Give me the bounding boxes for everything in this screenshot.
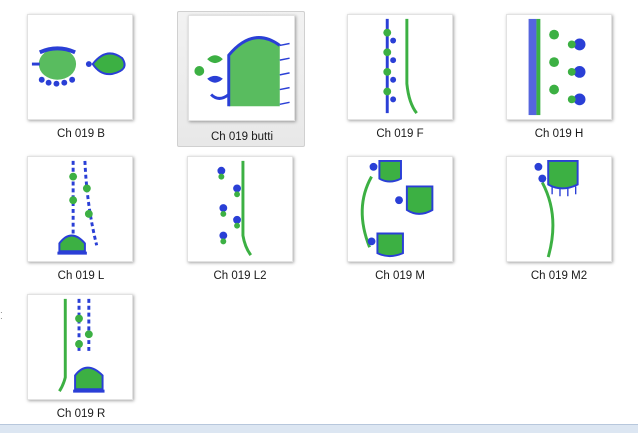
file-label: Ch 019 L2 — [213, 270, 267, 282]
file-item[interactable]: Ch 019 B — [0, 8, 160, 142]
file-grid: Ch 019 B Ch 019 butti Ch 019 F Ch 019 H … — [0, 0, 638, 425]
embroidery-thumb-h-icon — [506, 14, 612, 120]
file-label: Ch 019 F — [376, 128, 424, 140]
embroidery-thumb-f-icon — [347, 14, 453, 120]
file-item[interactable]: Ch 019 L2 — [184, 150, 296, 284]
embroidery-thumb-l-icon — [27, 156, 133, 262]
embroidery-thumb-l2-icon — [187, 156, 293, 262]
embroidery-thumb-m2-icon — [506, 156, 612, 262]
file-item-selected[interactable]: Ch 019 butti — [177, 11, 305, 147]
file-label: Ch 019 M — [375, 270, 425, 282]
file-label: Ch 019 H — [534, 128, 584, 140]
file-label: Ch 019 L — [57, 270, 105, 282]
file-label: Ch 019 M2 — [530, 270, 588, 282]
file-item[interactable]: Ch 019 R — [0, 288, 160, 422]
file-item[interactable]: Ch 019 F — [344, 8, 456, 142]
edge-marker: · · — [0, 308, 3, 323]
file-label: Ch 019 R — [56, 408, 106, 420]
file-label: Ch 019 butti — [210, 131, 273, 143]
file-item[interactable]: Ch 019 M2 — [503, 150, 615, 284]
embroidery-thumb-b-icon — [27, 14, 133, 120]
embroidery-thumb-r-icon — [27, 294, 133, 400]
file-label: Ch 019 B — [57, 128, 105, 140]
file-item[interactable]: Ch 019 M — [344, 150, 456, 284]
file-item[interactable]: Ch 019 L — [0, 150, 160, 284]
status-bar — [0, 424, 638, 433]
file-item[interactable]: Ch 019 H — [503, 8, 615, 142]
embroidery-thumb-butti-icon — [188, 15, 295, 121]
embroidery-thumb-m-icon — [347, 156, 453, 262]
